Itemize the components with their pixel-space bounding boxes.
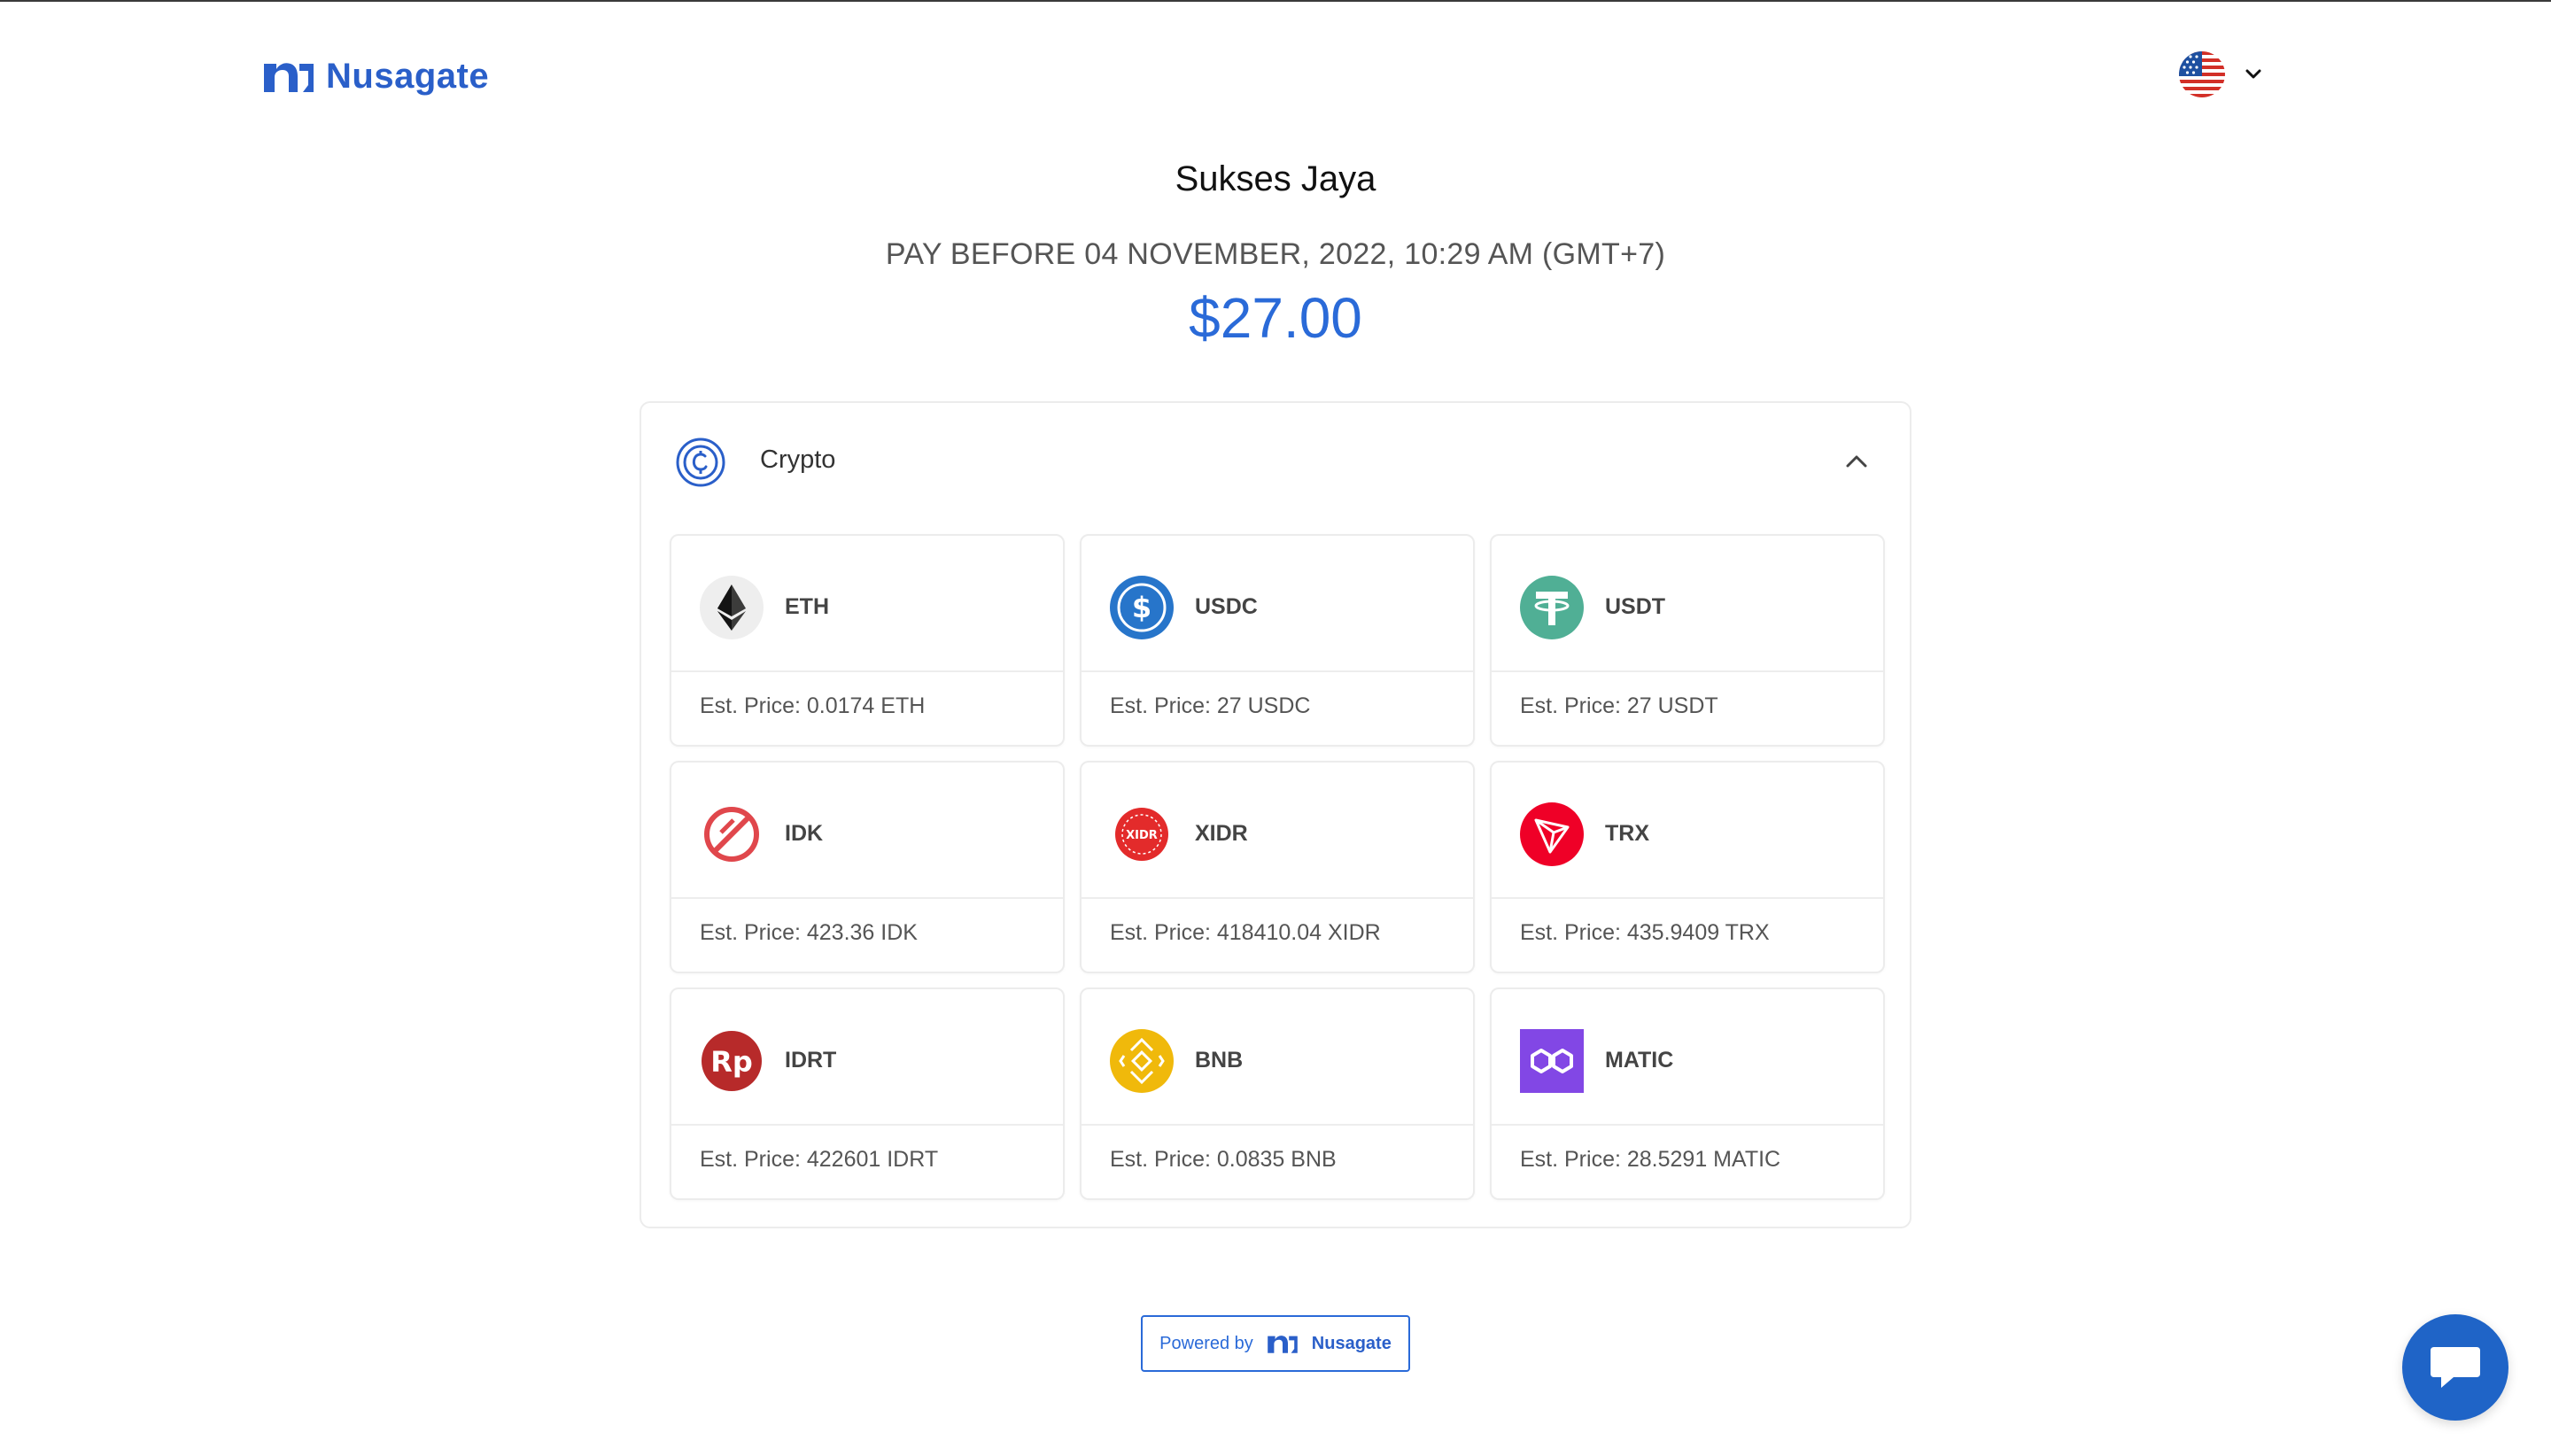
payment-deadline: PAY BEFORE 04 NOVEMBER, 2022, 10:29 AM (… — [885, 237, 1666, 271]
estimated-price: Est. Price: 418410.04 XIDR — [1110, 920, 1381, 945]
card-header: MATIC — [1492, 989, 1883, 1126]
svg-text:$: $ — [1132, 591, 1151, 624]
coin-ticker: ETH — [785, 594, 829, 619]
matic-icon — [1520, 1029, 1584, 1093]
usdt-icon — [1520, 576, 1584, 639]
coin-ticker: USDT — [1605, 594, 1666, 619]
usdc-icon: $ — [1110, 576, 1174, 639]
crypto-option-trx[interactable]: TRX Est. Price: 435.9409 TRX — [1490, 761, 1885, 973]
coin-ticker: USDC — [1195, 594, 1258, 619]
estimated-price: Est. Price: 0.0835 BNB — [1110, 1147, 1337, 1172]
crypto-option-eth[interactable]: ETH Est. Price: 0.0174 ETH — [670, 534, 1065, 747]
us-flag-icon — [2179, 51, 2225, 97]
crypto-option-matic[interactable]: MATIC Est. Price: 28.5291 MATIC — [1490, 987, 1885, 1200]
idk-icon — [704, 807, 759, 862]
nusagate-logo-icon — [264, 63, 314, 92]
card-header: XIDR XIDR — [1082, 763, 1473, 899]
nusagate-logo[interactable]: Nusagate — [262, 55, 489, 97]
crypto-section-title: Crypto — [760, 445, 836, 474]
estimated-price: Est. Price: 423.36 IDK — [700, 920, 918, 945]
coin-ticker: BNB — [1195, 1048, 1244, 1073]
invoice-amount: $27.00 — [1189, 286, 1362, 350]
svg-text:XIDR: XIDR — [1126, 829, 1158, 842]
estimated-price: Est. Price: 422601 IDRT — [700, 1147, 939, 1172]
coin-ticker: IDK — [785, 821, 824, 846]
crypto-option-bnb[interactable]: BNB Est. Price: 0.0835 BNB — [1080, 987, 1475, 1200]
powered-by-badge[interactable]: Powered by Nusagate — [1141, 1315, 1410, 1372]
estimated-price: Est. Price: 0.0174 ETH — [700, 693, 926, 718]
chevron-down-icon — [2245, 69, 2261, 79]
card-header: $ USDC — [1082, 536, 1473, 672]
estimated-price: Est. Price: 28.5291 MATIC — [1520, 1147, 1781, 1172]
estimated-price: Est. Price: 435.9409 TRX — [1520, 920, 1770, 945]
chat-button[interactable] — [2402, 1314, 2508, 1421]
crypto-coin-icon — [676, 438, 725, 487]
svg-text:Rp: Rp — [710, 1045, 753, 1079]
card-header: BNB — [1082, 989, 1473, 1126]
card-header: TRX — [1492, 763, 1883, 899]
crypto-payment-panel: Crypto ETH Est. Price: 0.0174 ETH $ USDC… — [640, 401, 1911, 1228]
powered-by-brand: Nusagate — [1311, 1333, 1392, 1353]
crypto-option-xidr[interactable]: XIDR XIDR Est. Price: 418410.04 XIDR — [1080, 761, 1475, 973]
crypto-option-idk[interactable]: IDK Est. Price: 423.36 IDK — [670, 761, 1065, 973]
coin-ticker: IDRT — [785, 1048, 837, 1073]
top-border — [0, 0, 2551, 2]
chat-bubble-icon — [2431, 1347, 2480, 1388]
coin-ticker: MATIC — [1605, 1048, 1674, 1073]
crypto-panel-header[interactable]: Crypto — [641, 403, 1910, 522]
crypto-option-usdt[interactable]: USDT Est. Price: 27 USDT — [1490, 534, 1885, 747]
nusagate-logo-icon — [1267, 1336, 1298, 1353]
card-header: Rp IDRT — [671, 989, 1063, 1126]
trx-icon — [1520, 802, 1584, 866]
coin-ticker: XIDR — [1195, 821, 1248, 846]
powered-by-label: Powered by — [1159, 1333, 1253, 1353]
estimated-price: Est. Price: 27 USDC — [1110, 693, 1311, 718]
coin-ticker: TRX — [1605, 821, 1649, 846]
eth-icon — [700, 576, 764, 639]
estimated-price: Est. Price: 27 USDT — [1520, 693, 1718, 718]
card-header: ETH — [671, 536, 1063, 672]
bnb-icon — [1110, 1029, 1174, 1093]
xidr-icon: XIDR — [1115, 808, 1168, 861]
card-header: IDK — [671, 763, 1063, 899]
idrt-icon: Rp — [702, 1031, 762, 1091]
chevron-up-icon[interactable] — [1844, 449, 1869, 474]
crypto-option-idrt[interactable]: Rp IDRT Est. Price: 422601 IDRT — [670, 987, 1065, 1200]
card-header: USDT — [1492, 536, 1883, 672]
brand-name: Nusagate — [326, 56, 490, 96]
crypto-option-usdc[interactable]: $ USDC Est. Price: 27 USDC — [1080, 534, 1475, 747]
merchant-name: Sukses Jaya — [1175, 159, 1376, 198]
language-selector[interactable] — [2179, 51, 2262, 97]
